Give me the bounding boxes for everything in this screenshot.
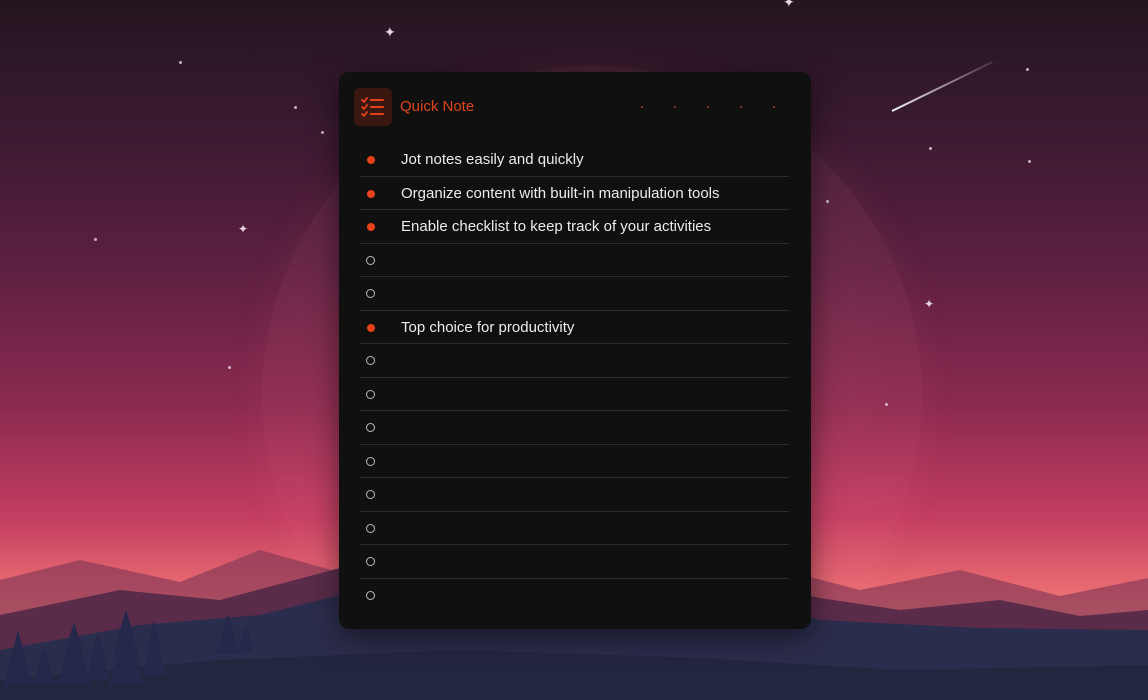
note-text[interactable]: Top choice for productivity	[401, 319, 574, 336]
bullet-filled-icon[interactable]	[367, 156, 375, 164]
note-item[interactable]: Organize content with built-in manipulat…	[360, 177, 789, 210]
shooting-star	[891, 61, 994, 112]
app-title: Quick Note	[400, 98, 475, 115]
sparkle-star: ✦	[783, 0, 795, 11]
note-item[interactable]	[360, 512, 789, 545]
note-item[interactable]	[360, 545, 789, 579]
star	[1026, 68, 1029, 71]
note-item[interactable]: Jot notes easily and quickly	[360, 143, 789, 177]
note-item[interactable]	[360, 411, 789, 445]
note-item[interactable]: Enable checklist to keep track of your a…	[360, 210, 789, 244]
note-text[interactable]: Organize content with built-in manipulat…	[401, 185, 720, 202]
bullet-empty-icon[interactable]	[366, 389, 375, 399]
star	[826, 200, 829, 203]
bullet-filled-icon[interactable]	[367, 189, 375, 198]
bullet-empty-icon[interactable]	[366, 423, 375, 432]
window-handle-dots[interactable]	[641, 106, 775, 108]
star	[929, 147, 932, 150]
note-item[interactable]	[360, 244, 789, 277]
app-icon[interactable]	[354, 88, 392, 126]
dot	[674, 106, 676, 108]
dot	[707, 106, 709, 108]
sparkle-star: ✦	[924, 297, 935, 311]
bullet-empty-icon[interactable]	[366, 255, 375, 265]
bullet-filled-icon[interactable]	[367, 223, 375, 231]
note-item[interactable]: Top choice for productivity	[360, 311, 789, 344]
dot	[740, 106, 742, 108]
bullet-empty-icon[interactable]	[366, 456, 375, 466]
note-item[interactable]	[360, 277, 789, 311]
sparkle-star: ✦	[238, 222, 249, 236]
bullet-empty-icon[interactable]	[366, 523, 375, 533]
star	[294, 106, 297, 109]
bullet-empty-icon[interactable]	[366, 590, 375, 600]
bullet-empty-icon[interactable]	[366, 289, 375, 298]
dot	[773, 106, 775, 108]
bullet-filled-icon[interactable]	[367, 323, 375, 332]
bullet-empty-icon[interactable]	[366, 356, 375, 365]
star	[179, 61, 182, 64]
star	[321, 131, 324, 134]
note-text[interactable]: Enable checklist to keep track of your a…	[401, 218, 711, 235]
bullet-empty-icon[interactable]	[366, 557, 375, 566]
dot	[641, 106, 643, 108]
note-item[interactable]	[360, 445, 789, 478]
checklist-icon	[361, 97, 384, 117]
star	[94, 238, 97, 241]
note-item[interactable]	[360, 344, 789, 378]
bullet-empty-icon[interactable]	[366, 490, 375, 499]
star	[885, 403, 888, 406]
note-text[interactable]: Jot notes easily and quickly	[401, 151, 584, 168]
sparkle-star: ✦	[384, 25, 396, 41]
note-item[interactable]	[360, 378, 789, 411]
star	[1028, 160, 1031, 163]
quick-note-window: Quick Note Jot notes easily and quickly …	[339, 72, 811, 629]
note-list: Jot notes easily and quickly Organize co…	[360, 143, 789, 612]
star	[228, 366, 231, 369]
note-item[interactable]	[360, 579, 789, 613]
note-item[interactable]	[360, 478, 789, 512]
